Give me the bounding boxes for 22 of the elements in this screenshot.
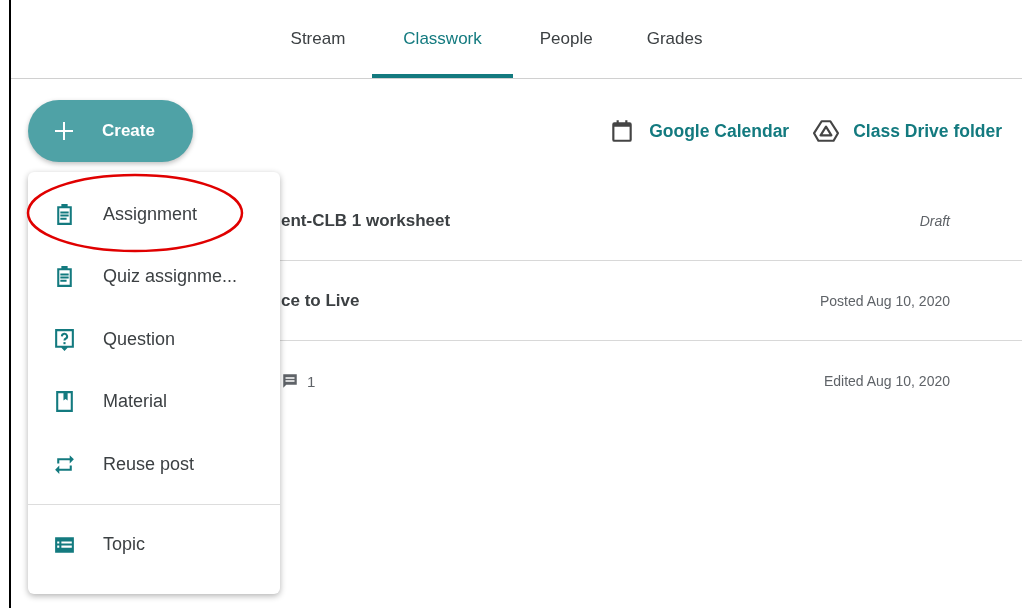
link[interactable]: Google Calendar [649,120,790,142]
menu-item[interactable]: Topic [28,513,280,576]
link[interactable]: Class Drive folder [853,120,1002,142]
question-icon [52,326,77,352]
menu-item[interactable]: Assignment [28,183,280,246]
post-title: ce to Live [281,290,360,311]
post-status: Draft [919,212,950,229]
plus-icon [52,119,76,143]
drive-icon [813,118,840,144]
tab[interactable]: Classwork [372,0,513,78]
menu-item[interactable]: Question [28,308,280,371]
tab[interactable]: People [512,0,620,78]
tab[interactable]: Stream [263,0,373,78]
comment-icon [281,372,299,390]
menu-item[interactable]: Reuse post [28,433,280,496]
menu-item[interactable]: Quiz assignme... [28,245,280,308]
tab[interactable]: Grades [619,0,730,78]
post-status: Posted Aug 10, 2020 [820,292,950,309]
menu-item[interactable]: Material [28,370,280,433]
comment-count: 1 [307,372,316,390]
post-status: Edited Aug 10, 2020 [823,373,950,389]
post-title: ent-CLB 1 worksheet [281,210,451,231]
